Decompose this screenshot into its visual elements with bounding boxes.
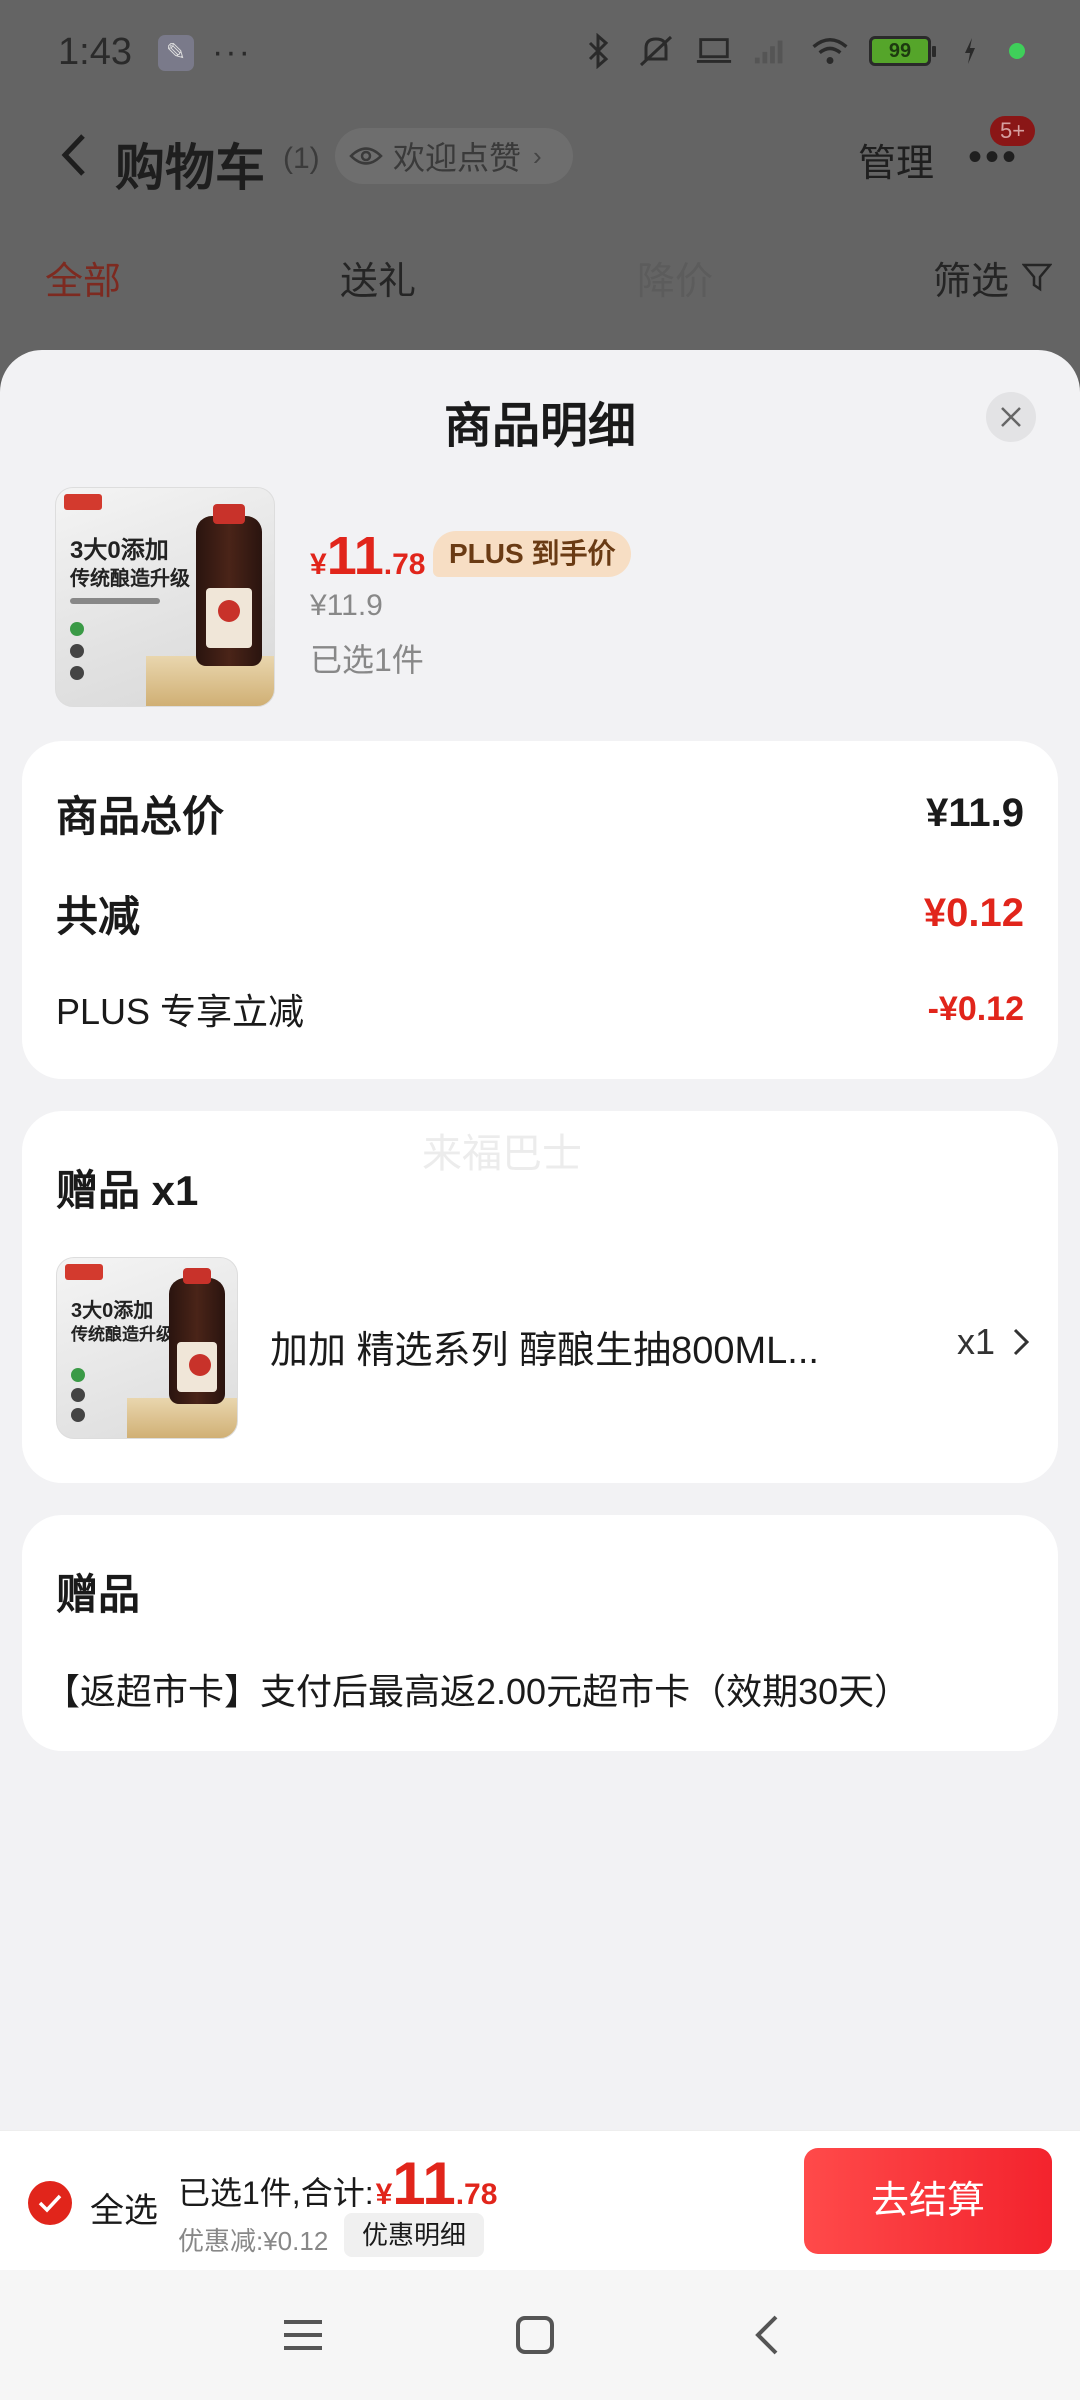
checkout-button[interactable]: 去结算 (804, 2148, 1052, 2254)
tab-price-drop[interactable]: 降价 (637, 250, 713, 305)
tab-all[interactable]: 全部 (45, 250, 121, 305)
select-all-label[interactable]: 全选 (90, 2183, 158, 2232)
product-row: 3大0添加 传统酿造升级 ¥ 11 .78 PLUS 到手价 ¥11.9 已选1… (55, 487, 1035, 707)
total-reduce-row: 共减 ¥0.12 (56, 883, 1024, 944)
image-decor-dot (70, 622, 84, 636)
brand-logo (65, 1264, 103, 1280)
gift-name: 加加 精选系列 醇酿生抽800ML... (270, 1330, 819, 1372)
gift-title: 赠品 x1 (56, 1167, 199, 1214)
battery-icon: 99 (869, 36, 936, 66)
brand-logo (64, 494, 102, 510)
total-reduce-label: 共减 (56, 893, 141, 940)
total-label: 已选1件,合计: (178, 2175, 374, 2211)
gift-image-text-1: 3大0添加 (71, 1300, 154, 1322)
menu-icon[interactable] (278, 2310, 328, 2360)
cart-header: 购物车 (1) 欢迎点赞 › 管理 ••• 5+ (0, 110, 1080, 200)
chevron-right-icon: › (533, 140, 542, 171)
final-price: ¥ 11 .78 (310, 525, 426, 587)
wifi-icon (811, 32, 849, 70)
close-icon (1001, 407, 1021, 427)
system-nav-bar (0, 2270, 1080, 2400)
image-decor-dot (71, 1368, 85, 1382)
total-price-row: 商品总价 ¥11.9 (56, 783, 1024, 844)
tab-gift[interactable]: 送礼 (340, 250, 416, 305)
bottle-cap (213, 504, 245, 524)
product-image-text-1: 3大0添加 (70, 537, 169, 564)
total-price-label: 商品总价 (56, 793, 225, 840)
plus-reduce-value: -¥0.12 (927, 989, 1024, 1028)
total-decimal: .78 (455, 2178, 498, 2211)
image-decor-dot (71, 1388, 85, 1402)
selected-count: 已选1件 (310, 642, 424, 678)
plus-reduce-label: PLUS 专享立减 (56, 991, 305, 1032)
gift-image[interactable]: 3大0添加 传统酿造升级 (56, 1257, 238, 1439)
total-price-value: ¥11.9 (926, 791, 1024, 835)
plus-reduce-row: PLUS 专享立减 -¥0.12 (56, 983, 1024, 1035)
bottle-cap (183, 1268, 211, 1284)
back-icon[interactable] (742, 2310, 792, 2360)
total-integer: 11 (392, 2150, 456, 2217)
status-time: 1:43 (58, 31, 132, 73)
promo-card: 赠品 【返超市卡】支付后最高返2.00元超市卡（效期30天） (22, 1515, 1058, 1751)
bottle-label (177, 1342, 217, 1392)
plus-price-tag: PLUS 到手价 (433, 531, 632, 577)
back-icon[interactable] (55, 132, 95, 178)
privacy-indicator-dot (1009, 43, 1025, 59)
status-bar: 1:43 ✎ ··· 99 (0, 0, 1080, 105)
bluetooth-icon (579, 32, 617, 70)
manage-button[interactable]: 管理 (858, 132, 934, 187)
checkout-bar: 全选 已选1件,合计: ¥ 11 .78 优惠减:¥0.12 优惠明细 去结算 (0, 2130, 1080, 2270)
message-badge: 5+ (990, 116, 1036, 146)
charging-icon (951, 32, 989, 70)
total-symbol: ¥ (375, 2178, 393, 2211)
sheet-title: 商品明细 (443, 400, 636, 453)
promo-title: 赠品 (56, 1571, 141, 1618)
check-icon (38, 2194, 62, 2213)
select-all-checkbox[interactable] (28, 2181, 72, 2225)
image-decor-dot (71, 1408, 85, 1422)
image-decor-dot (70, 644, 84, 658)
mute-bell-icon (637, 32, 675, 70)
eye-icon (349, 147, 383, 165)
signal-icon (753, 32, 791, 70)
close-button[interactable] (986, 392, 1036, 442)
home-icon[interactable] (510, 2310, 560, 2360)
promo-text: 【返超市卡】支付后最高返2.00元超市卡（效期30天） (44, 1671, 911, 1712)
product-detail-sheet: 商品明细 3大0添加 传统酿造升级 ¥ 11 .78 PLUS 到手价 ¥11.… (0, 350, 1080, 2130)
product-image[interactable]: 3大0添加 传统酿造升级 (55, 487, 275, 707)
more-options-icon[interactable]: ••• (968, 137, 1019, 177)
more-notifications-icon: ··· (211, 33, 252, 71)
product-image-text-2: 传统酿造升级 (70, 568, 190, 590)
price-integer: 11 (326, 526, 384, 586)
welcome-like-pill[interactable]: 欢迎点赞 › (335, 128, 573, 184)
image-pedestal (127, 1398, 237, 1438)
welcome-label: 欢迎点赞 (393, 140, 522, 176)
cart-count: (1) (283, 142, 320, 175)
laptop-icon (695, 32, 733, 70)
gift-card[interactable]: 来福巴士 赠品 x1 3大0添加 传统酿造升级 加加 精选系列 醇酿生抽800M… (22, 1111, 1058, 1483)
gift-quantity: x1 (957, 1321, 996, 1362)
cart-tabs: 全部 送礼 降价 筛选 (0, 240, 1080, 310)
price-symbol: ¥ (310, 548, 327, 581)
discount-detail-button[interactable]: 优惠明细 (344, 2213, 485, 2257)
discount-amount: 优惠减:¥0.12 (178, 2226, 329, 2256)
price-summary-card: 商品总价 ¥11.9 共减 ¥0.12 PLUS 专享立减 -¥0.12 (22, 741, 1058, 1079)
watermark: 来福巴士 (422, 1132, 582, 1176)
image-decor-dot (70, 666, 84, 680)
background-page: 1:43 ✎ ··· 99 购物车 (1) 欢迎点赞 › 管理 ••• 5+ 全… (0, 0, 1080, 380)
total-reduce-value: ¥0.12 (923, 891, 1024, 935)
tab-filter[interactable]: 筛选 (933, 250, 1009, 305)
original-price: ¥11.9 (310, 589, 383, 622)
bottle-label (206, 588, 252, 648)
wrench-icon: ✎ (157, 34, 194, 71)
total-amount: 已选1件,合计: ¥ 11 .78 (178, 2149, 497, 2218)
filter-icon[interactable] (1022, 262, 1052, 292)
image-decor-line (70, 598, 160, 604)
page-title: 购物车 (115, 140, 265, 196)
gift-image-text-2: 传统酿造升级 (71, 1325, 173, 1344)
price-decimal: .78 (383, 548, 426, 581)
chevron-right-icon[interactable] (1012, 1327, 1030, 1357)
